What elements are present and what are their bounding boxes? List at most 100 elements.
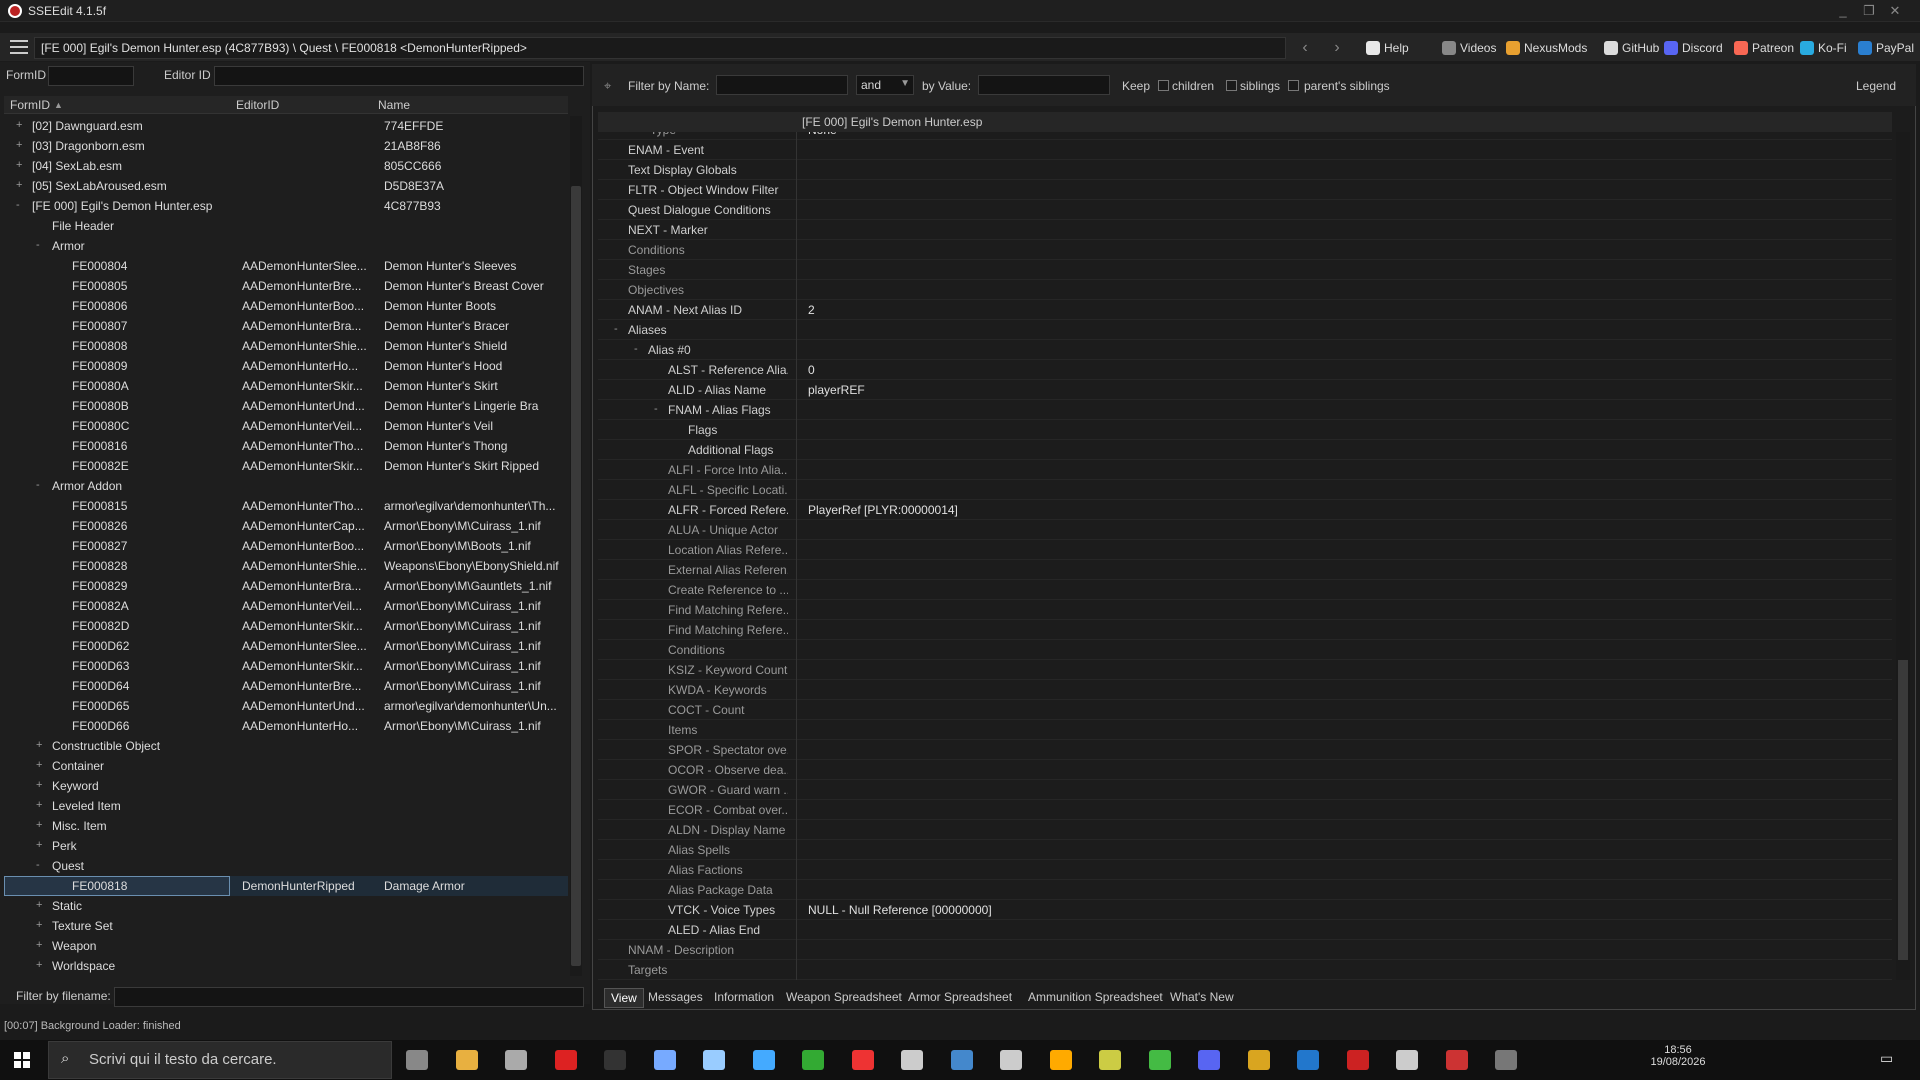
tree-row[interactable]: FE00082D AADemonHunterSkir... Armor\Ebony\… xyxy=(4,616,568,636)
windows-start-icon[interactable] xyxy=(14,1052,30,1068)
formid-input[interactable] xyxy=(48,66,134,86)
window-icon[interactable] xyxy=(950,1050,973,1070)
expand-icon[interactable]: + xyxy=(36,739,45,751)
app-icon[interactable] xyxy=(1000,1050,1022,1070)
tab-weapon-spreadsheet[interactable]: Weapon Spreadsheet xyxy=(786,990,902,1004)
tree-row[interactable]: FE000809 AADemonHunterHo... Demon Hunter's… xyxy=(4,356,568,376)
tree-row[interactable]: FE000816 AADemonHunterTho... Demon Hunter'… xyxy=(4,436,568,456)
expand-icon[interactable]: + xyxy=(16,139,25,151)
tree-row[interactable]: FE000828 AADemonHunterShie... Weapons\Ebon… xyxy=(4,556,568,576)
menu-icon[interactable] xyxy=(10,40,28,54)
app-icon[interactable] xyxy=(1049,1050,1072,1070)
tab-information[interactable]: Information xyxy=(714,990,774,1004)
tree-row[interactable]: + Container xyxy=(4,756,568,776)
app-icon[interactable] xyxy=(1297,1050,1319,1070)
editorid-input[interactable] xyxy=(214,66,584,86)
expand-icon[interactable]: + xyxy=(36,779,45,791)
chrome-icon[interactable] xyxy=(1148,1050,1171,1070)
tree-row[interactable]: + Weapon xyxy=(4,936,568,956)
record-row[interactable]: Quest Dialogue Conditions xyxy=(598,200,1892,220)
tree-row[interactable]: + Misc. Item xyxy=(4,816,568,836)
record-row[interactable]: ALUA - Unique Actor xyxy=(598,520,1892,540)
tree-row[interactable]: + Perk xyxy=(4,836,568,856)
record-row[interactable]: Flags xyxy=(598,420,1892,440)
tree-row[interactable]: FE000D64 AADemonHunterBre... Armor\Ebony\M… xyxy=(4,676,568,696)
expand-icon[interactable]: + xyxy=(36,919,45,931)
element-value[interactable]: PlayerRef [PLYR:00000014] xyxy=(808,503,958,517)
expand-icon[interactable]: + xyxy=(16,179,25,191)
record-row[interactable]: ALST - Reference Alia... 0 xyxy=(598,360,1892,380)
tree-row[interactable]: FE00080B AADemonHunterUnd... Demon Hunter'… xyxy=(4,396,568,416)
tab-armor-spreadsheet[interactable]: Armor Spreadsheet xyxy=(908,990,1012,1004)
collapse-icon[interactable]: - xyxy=(36,479,45,491)
record-row[interactable]: Text Display Globals xyxy=(598,160,1892,180)
tree-row[interactable]: FE000D65 AADemonHunterUnd... armor\egilvar… xyxy=(4,696,568,716)
record-path[interactable]: [FE 000] Egil's Demon Hunter.esp (4C877B… xyxy=(34,37,1286,59)
toplink-help[interactable]: Help xyxy=(1366,38,1409,58)
expand-icon[interactable]: + xyxy=(36,959,45,971)
record-row[interactable]: Objectives xyxy=(598,280,1892,300)
tree-row[interactable]: + Texture Set xyxy=(4,916,568,936)
record-row[interactable]: ENAM - Event xyxy=(598,140,1892,160)
tree-scrollbar[interactable] xyxy=(570,116,582,976)
tree-row[interactable]: FE000826 AADemonHunterCap... Armor\Ebony\M… xyxy=(4,516,568,536)
column-name[interactable]: Name xyxy=(378,98,410,112)
toplink-paypal[interactable]: PayPal xyxy=(1858,38,1914,58)
tree-row[interactable]: + Static xyxy=(4,896,568,916)
record-row[interactable]: ALDN - Display Name xyxy=(598,820,1892,840)
tree-row[interactable]: + [04] SexLab.esm 805CC666 xyxy=(4,156,568,176)
filter-name-input[interactable] xyxy=(716,75,848,95)
tree-row[interactable]: FE000829 AADemonHunterBra... Armor\Ebony\M… xyxy=(4,576,568,596)
record-row[interactable]: Targets xyxy=(598,960,1892,980)
scroll-thumb[interactable] xyxy=(1898,660,1908,960)
record-row[interactable]: KSIZ - Keyword Count xyxy=(598,660,1892,680)
app-icon[interactable] xyxy=(703,1050,725,1070)
expand-icon[interactable]: + xyxy=(16,159,25,171)
tree-row[interactable]: - Armor xyxy=(4,236,568,256)
tree-row[interactable]: FE000818 DemonHunterRipped Damage Armor xyxy=(4,876,568,896)
record-row[interactable]: External Alias Referen... xyxy=(598,560,1892,580)
record-row[interactable]: KWDA - Keywords xyxy=(598,680,1892,700)
tree-row[interactable]: + [02] Dawnguard.esm 774EFFDE xyxy=(4,116,568,136)
sseedit-icon[interactable] xyxy=(1445,1050,1468,1070)
element-value[interactable]: playerREF xyxy=(808,383,865,397)
collapse-icon[interactable]: - xyxy=(16,199,25,211)
app-icon[interactable] xyxy=(851,1050,874,1070)
collapse-icon[interactable]: - xyxy=(36,239,45,251)
tree-row[interactable]: FE000D62 AADemonHunterSlee... Armor\Ebony\… xyxy=(4,636,568,656)
pin-icon[interactable]: ⌖ xyxy=(604,78,611,94)
record-row[interactable]: Location Alias Refere... xyxy=(598,540,1892,560)
expand-icon[interactable]: + xyxy=(36,839,45,851)
record-row[interactable]: Alias Factions xyxy=(598,860,1892,880)
element-value[interactable]: 2 xyxy=(808,303,815,317)
record-row[interactable]: ECOR - Combat over... xyxy=(598,800,1892,820)
record-row[interactable]: Alias Package Data xyxy=(598,880,1892,900)
toplink-patreon[interactable]: Patreon xyxy=(1734,38,1794,58)
tree-row[interactable]: + Constructible Object xyxy=(4,736,568,756)
record-row[interactable]: NNAM - Description xyxy=(598,940,1892,960)
record-row[interactable]: ANAM - Next Alias ID 2 xyxy=(598,300,1892,320)
expand-icon[interactable]: + xyxy=(16,119,25,131)
tree-row[interactable]: File Header xyxy=(4,216,568,236)
record-row[interactable]: - FNAM - Alias Flags xyxy=(598,400,1892,420)
record-row[interactable]: ALID - Alias Name playerREF xyxy=(598,380,1892,400)
record-row[interactable]: OCOR - Observe dea... xyxy=(598,760,1892,780)
record-row[interactable]: - Aliases xyxy=(598,320,1892,340)
record-row[interactable]: Items xyxy=(598,720,1892,740)
element-value[interactable]: 0 xyxy=(808,363,815,377)
toplink-nexusmods[interactable]: NexusMods xyxy=(1506,38,1587,58)
tree-row[interactable]: - Armor Addon xyxy=(4,476,568,496)
tree-row[interactable]: FE000806 AADemonHunterBoo... Demon Hunter … xyxy=(4,296,568,316)
clock[interactable]: 18:56 19/08/2026 xyxy=(1648,1044,1708,1068)
siblings-checkbox[interactable] xyxy=(1226,80,1237,91)
record-row[interactable]: Find Matching Refere... xyxy=(598,600,1892,620)
column-formid[interactable]: FormID xyxy=(10,98,50,112)
toplink-ko-fi[interactable]: Ko-Fi xyxy=(1800,38,1847,58)
discord-icon[interactable] xyxy=(1198,1050,1220,1070)
toplink-github[interactable]: GitHub xyxy=(1604,38,1659,58)
record-row[interactable]: ALFL - Specific Locati... xyxy=(598,480,1892,500)
tree-row[interactable]: FE000827 AADemonHunterBoo... Armor\Ebony\M… xyxy=(4,536,568,556)
app-icon[interactable] xyxy=(505,1050,527,1070)
app-icon[interactable] xyxy=(1495,1050,1517,1070)
tree-row[interactable]: FE000804 AADemonHunterSlee... Demon Hunter… xyxy=(4,256,568,276)
